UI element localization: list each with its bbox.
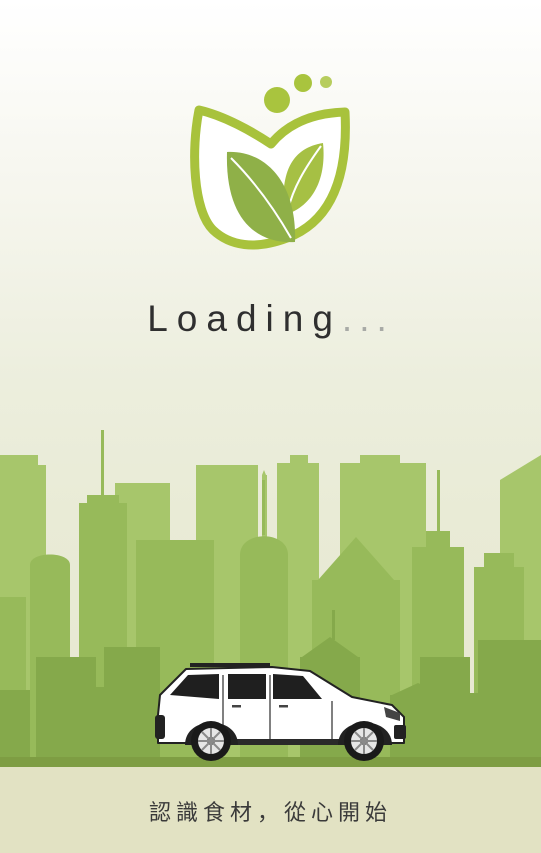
ground-line bbox=[0, 757, 541, 767]
front-wheel bbox=[344, 721, 384, 761]
loading-text: Loading bbox=[147, 298, 342, 339]
leaf-logo bbox=[190, 74, 350, 250]
loading-dots: ... bbox=[341, 298, 394, 339]
tagline: 認識食材，從心開始 bbox=[148, 801, 392, 826]
logo-bubble-small bbox=[320, 76, 332, 88]
city-skyline-scene bbox=[0, 430, 541, 853]
rear-wheel bbox=[191, 721, 231, 761]
logo-bubble-large bbox=[264, 87, 290, 113]
logo-bubble-medium bbox=[294, 74, 312, 92]
loading-indicator: Loading... bbox=[0, 294, 541, 344]
